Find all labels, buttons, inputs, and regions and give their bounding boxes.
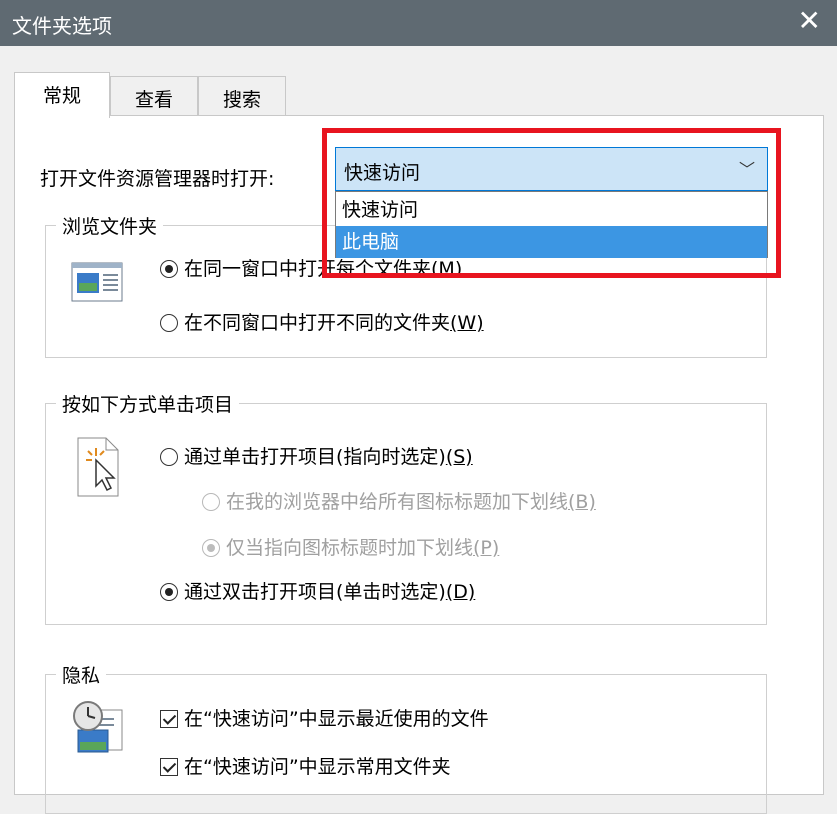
radio-indicator[interactable] bbox=[202, 493, 220, 511]
option-text: 仅当指向图标标题时加下划线 bbox=[226, 537, 474, 559]
option-text: 通过单击打开项目(指向时选定) bbox=[184, 446, 446, 468]
option-text: 在“快速访问”中显示最近使用的文件 bbox=[184, 708, 489, 730]
radio-indicator[interactable] bbox=[160, 314, 178, 332]
option-shortcut: (P) bbox=[473, 537, 500, 559]
annotation-highlight-box bbox=[322, 128, 781, 278]
checkbox-indicator[interactable] bbox=[160, 758, 178, 776]
close-icon[interactable]: ✕ bbox=[798, 6, 821, 36]
option-text: 在我的浏览器中给所有图标标题加下划线 bbox=[226, 491, 569, 513]
folder-window-icon bbox=[71, 262, 123, 302]
checkbox-recent-files[interactable]: 在“快速访问”中显示最近使用的文件 bbox=[160, 704, 489, 731]
option-text: 通过双击打开项目(单击时选定) bbox=[184, 581, 446, 603]
radio-underline-hover[interactable]: 仅当指向图标标题时加下划线(P) bbox=[202, 533, 499, 560]
radio-new-window[interactable]: 在不同窗口中打开不同的文件夹(W) bbox=[160, 308, 484, 335]
radio-indicator[interactable] bbox=[160, 448, 178, 466]
privacy-group: 隐私 bbox=[45, 661, 767, 814]
window-title: 文件夹选项 bbox=[12, 14, 112, 38]
radio-indicator[interactable] bbox=[160, 260, 178, 278]
radio-single-click[interactable]: 通过单击打开项目(指向时选定)(S) bbox=[160, 442, 473, 469]
browse-folders-legend: 浏览文件夹 bbox=[56, 212, 164, 239]
tab-view[interactable]: 查看 bbox=[110, 76, 198, 116]
radio-underline-always[interactable]: 在我的浏览器中给所有图标标题加下划线(B) bbox=[202, 487, 596, 514]
checkbox-frequent-folders[interactable]: 在“快速访问”中显示常用文件夹 bbox=[160, 752, 451, 779]
option-shortcut: (W) bbox=[450, 312, 484, 334]
radio-double-click[interactable]: 通过双击打开项目(单击时选定)(D) bbox=[160, 577, 475, 604]
option-shortcut: (D) bbox=[445, 581, 476, 603]
radio-indicator[interactable] bbox=[202, 539, 220, 557]
privacy-legend: 隐私 bbox=[56, 661, 107, 688]
option-text: 在“快速访问”中显示常用文件夹 bbox=[184, 756, 451, 778]
tab-general[interactable]: 常规 bbox=[14, 72, 110, 118]
click-cursor-icon bbox=[77, 437, 119, 497]
checkbox-indicator[interactable] bbox=[160, 710, 178, 728]
recent-clock-icon bbox=[73, 701, 123, 753]
option-text: 在不同窗口中打开不同的文件夹 bbox=[184, 312, 451, 334]
radio-indicator[interactable] bbox=[160, 583, 178, 601]
option-shortcut: (S) bbox=[445, 446, 473, 468]
option-shortcut: (B) bbox=[568, 491, 596, 513]
click-items-legend: 按如下方式单击项目 bbox=[56, 390, 240, 417]
title-bar: 文件夹选项 ✕ bbox=[0, 0, 837, 46]
open-explorer-label: 打开文件资源管理器时打开: bbox=[40, 168, 275, 190]
tab-search[interactable]: 搜索 bbox=[198, 76, 286, 116]
